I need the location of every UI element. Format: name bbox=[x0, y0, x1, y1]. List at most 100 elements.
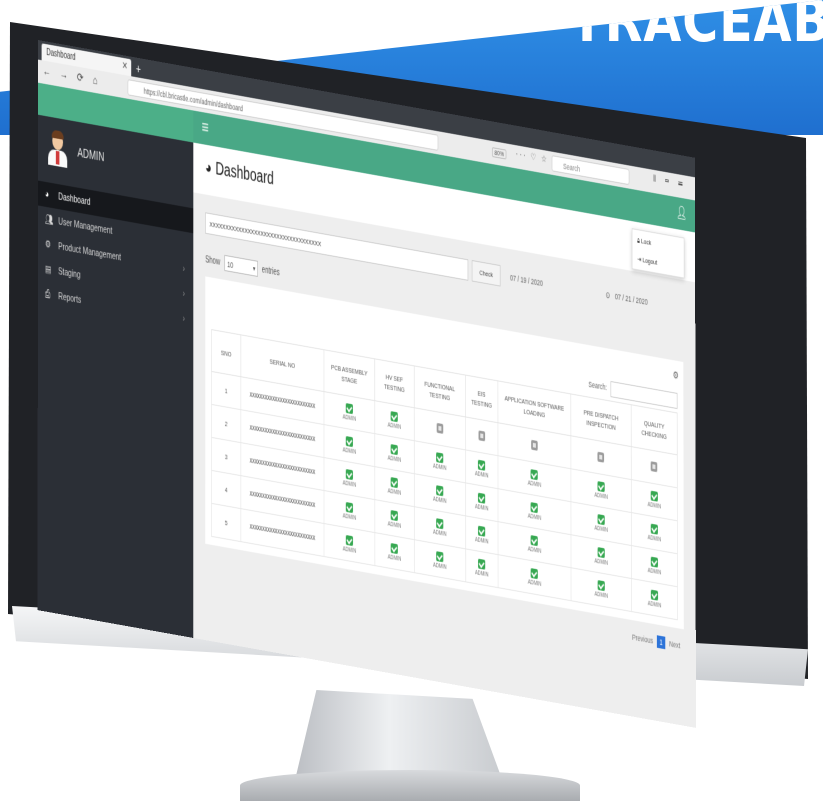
avatar bbox=[46, 129, 69, 169]
column-header[interactable]: HV SEF TESTING bbox=[374, 358, 414, 408]
chevron-right-icon: › bbox=[182, 313, 185, 325]
next-button[interactable]: Next bbox=[669, 639, 680, 650]
check-icon bbox=[478, 558, 486, 570]
sno-cell: 2 bbox=[211, 404, 241, 443]
sno-cell: 1 bbox=[211, 371, 241, 410]
main-content: ◕ Dashboard 🔒︎ Lock ⇥ Logout XXXXXXXXXXXX… bbox=[193, 142, 696, 728]
check-icon bbox=[390, 411, 398, 423]
stage-user-label: ADMIN bbox=[433, 562, 447, 571]
stage-user-label: ADMIN bbox=[647, 567, 662, 577]
stage-user-label: ADMIN bbox=[594, 558, 608, 567]
gear-icon: ⚙ bbox=[45, 238, 51, 251]
stage-user-label: ADMIN bbox=[387, 422, 402, 431]
stage-user-label: ADMIN bbox=[474, 470, 489, 480]
stage-user-label: ADMIN bbox=[342, 480, 357, 489]
show-label: Show bbox=[205, 254, 221, 268]
stage-user-label: ADMIN bbox=[594, 492, 608, 501]
stage-user-label: ADMIN bbox=[647, 534, 662, 544]
pending-icon bbox=[650, 460, 658, 472]
browser-menu-icons[interactable]: ⫴ ▭ ☰ bbox=[653, 174, 686, 190]
check-icon bbox=[597, 514, 605, 526]
pending-icon bbox=[436, 422, 443, 434]
screen-area: Dashboard ✕ + ← → ⟳ ⌂ 🔒︎ https://cbl.bri… bbox=[0, 0, 823, 801]
zoom-level[interactable]: 80% bbox=[491, 147, 507, 160]
stage-user-label: ADMIN bbox=[342, 414, 357, 423]
entries-select[interactable]: 10 ▾ bbox=[224, 254, 258, 277]
check-icon bbox=[345, 403, 353, 415]
check-icon bbox=[478, 459, 486, 471]
page-button[interactable]: 1 bbox=[656, 635, 666, 650]
check-icon bbox=[597, 580, 605, 592]
check-icon bbox=[650, 523, 658, 535]
check-icon bbox=[530, 469, 539, 481]
tab-title: Dashboard bbox=[46, 47, 76, 63]
page-actions-icon[interactable]: ··· ♡ ☆ bbox=[516, 150, 549, 166]
chevron-down-icon: ▾ bbox=[252, 264, 256, 273]
check-icon bbox=[436, 452, 444, 464]
dashboard-icon: ◕ bbox=[205, 158, 212, 177]
stage-user-label: ADMIN bbox=[433, 529, 447, 538]
stage-user-label: ADMIN bbox=[474, 536, 489, 546]
pending-icon bbox=[597, 451, 605, 463]
sidebar-item-label: Dashboard bbox=[58, 191, 91, 208]
staging-icon: ▤ bbox=[45, 263, 52, 276]
stage-user-label: ADMIN bbox=[342, 447, 357, 456]
column-header[interactable]: SNO bbox=[211, 329, 241, 377]
check-icon bbox=[478, 525, 486, 537]
pending-icon bbox=[531, 439, 538, 451]
user-dropdown-menu: 🔒︎ Lock ⇥ Logout bbox=[631, 228, 685, 279]
stage-user-label: ADMIN bbox=[475, 569, 489, 579]
check-icon bbox=[530, 502, 539, 514]
date-to-input[interactable]: ⊙ 07 / 21 / 2020 bbox=[606, 284, 678, 318]
stage-cell[interactable]: ADMIN bbox=[631, 578, 678, 620]
sno-cell: 3 bbox=[211, 437, 241, 476]
sidebar-nav: ◕ Dashboard 👥︎ User Management ⚙ Product… bbox=[37, 180, 194, 333]
check-icon bbox=[390, 543, 399, 555]
column-header[interactable]: EIS TESTING bbox=[465, 375, 498, 423]
check-icon bbox=[436, 551, 444, 563]
stage-cell[interactable]: ADMIN bbox=[465, 548, 499, 588]
check-icon bbox=[345, 501, 353, 514]
stage-user-label: ADMIN bbox=[594, 591, 608, 600]
stage-user-label: ADMIN bbox=[527, 546, 542, 555]
stage-user-label: ADMIN bbox=[527, 513, 542, 522]
stage-user-label: ADMIN bbox=[387, 455, 402, 464]
check-icon bbox=[650, 589, 658, 601]
user-menu-icon[interactable]: 👤︎ bbox=[676, 204, 687, 221]
stage-cell[interactable]: ADMIN bbox=[374, 532, 415, 573]
stage-user-label: ADMIN bbox=[342, 546, 357, 555]
hamburger-menu-icon[interactable]: ≡ bbox=[202, 117, 209, 139]
previous-button[interactable]: Previous bbox=[632, 633, 653, 646]
close-icon[interactable]: ✕ bbox=[122, 58, 128, 76]
page-title: ◕ Dashboard bbox=[205, 158, 274, 189]
stage-user-label: ADMIN bbox=[647, 501, 662, 511]
stage-user-label: ADMIN bbox=[474, 503, 489, 513]
check-icon bbox=[390, 510, 398, 522]
settings-icon[interactable]: ⚙ bbox=[673, 369, 679, 382]
stage-user-label: ADMIN bbox=[432, 496, 447, 505]
check-icon bbox=[597, 547, 605, 559]
sidebar-item-label: Reports bbox=[58, 291, 82, 306]
check-icon bbox=[436, 485, 444, 497]
sidebar: ADMIN ◕ Dashboard 👥︎ User Management ⚙ P… bbox=[37, 114, 194, 638]
check-icon bbox=[650, 556, 658, 568]
pagination: Previous 1 Next bbox=[632, 631, 680, 652]
check-icon bbox=[650, 490, 658, 502]
stage-user-label: ADMIN bbox=[387, 488, 402, 497]
entries-label: entries bbox=[261, 264, 280, 278]
profile-name: ADMIN bbox=[77, 144, 105, 164]
pending-icon bbox=[478, 429, 485, 441]
entries-control: Show 10 ▾ entries bbox=[205, 251, 279, 280]
calendar-icon: ⊙ bbox=[605, 290, 611, 300]
table-card: ⚙ Search: SNO SERIAL NO PCB ASSEMBLY STA… bbox=[205, 276, 684, 630]
stage-user-label: ADMIN bbox=[527, 480, 542, 489]
sidebar-item-label: Staging bbox=[58, 266, 81, 281]
print-icon: ⎙ bbox=[45, 288, 51, 301]
new-tab-icon[interactable]: + bbox=[136, 60, 141, 77]
stage-user-label: ADMIN bbox=[647, 600, 662, 610]
check-button[interactable]: Check bbox=[471, 260, 501, 287]
check-icon bbox=[345, 534, 353, 547]
sno-cell: 4 bbox=[211, 470, 241, 509]
stage-user-label: ADMIN bbox=[387, 554, 402, 563]
date-from-input[interactable]: 07 / 19 / 2020 bbox=[510, 267, 576, 300]
